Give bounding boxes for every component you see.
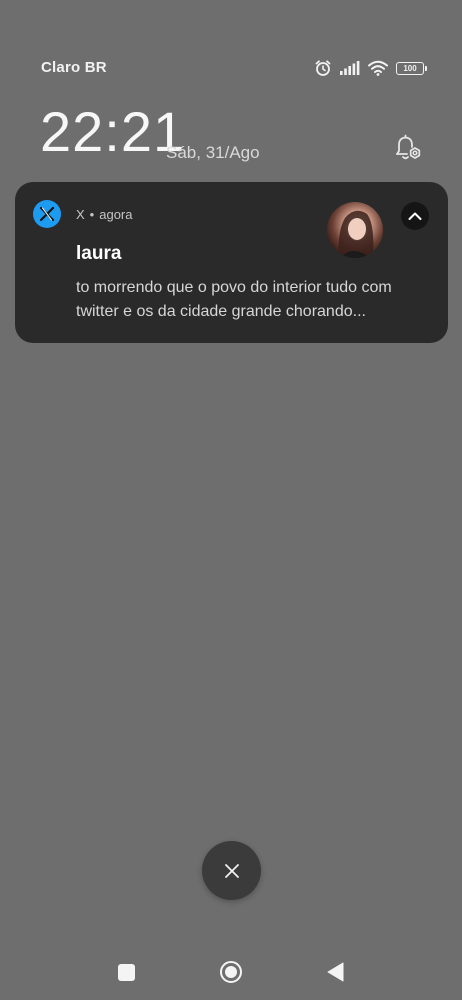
battery-icon: 100 [396, 61, 427, 75]
sender-avatar [327, 202, 383, 258]
collapse-button[interactable] [401, 202, 429, 230]
close-icon [224, 863, 239, 878]
app-name: X [76, 207, 85, 222]
clear-notifications-button[interactable] [202, 841, 261, 900]
notification-card[interactable]: X • agora laura to morrendo que o povo d… [15, 182, 448, 343]
recents-icon[interactable] [118, 964, 135, 981]
notification-message: to morrendo que o povo do interior tudo … [76, 279, 392, 320]
status-icons: 100 [314, 58, 427, 78]
notification-header: X • agora [76, 207, 132, 222]
signal-icon [340, 61, 360, 75]
notification-settings-icon[interactable] [392, 132, 424, 164]
separator-dot: • [89, 207, 95, 222]
alarm-icon [315, 60, 331, 76]
chevron-up-icon [408, 212, 422, 220]
battery-level: 100 [403, 63, 417, 73]
back-icon[interactable] [326, 962, 346, 982]
wifi-icon [368, 60, 388, 76]
x-app-icon [33, 200, 61, 228]
home-icon[interactable] [219, 960, 243, 984]
notification-sender: laura [76, 243, 122, 264]
lockscreen-clock: 22:21 [40, 100, 186, 163]
carrier-name: Claro BR [41, 59, 107, 76]
notification-time: agora [99, 207, 133, 222]
lockscreen-date: Sáb, 31/Ago [166, 143, 260, 162]
